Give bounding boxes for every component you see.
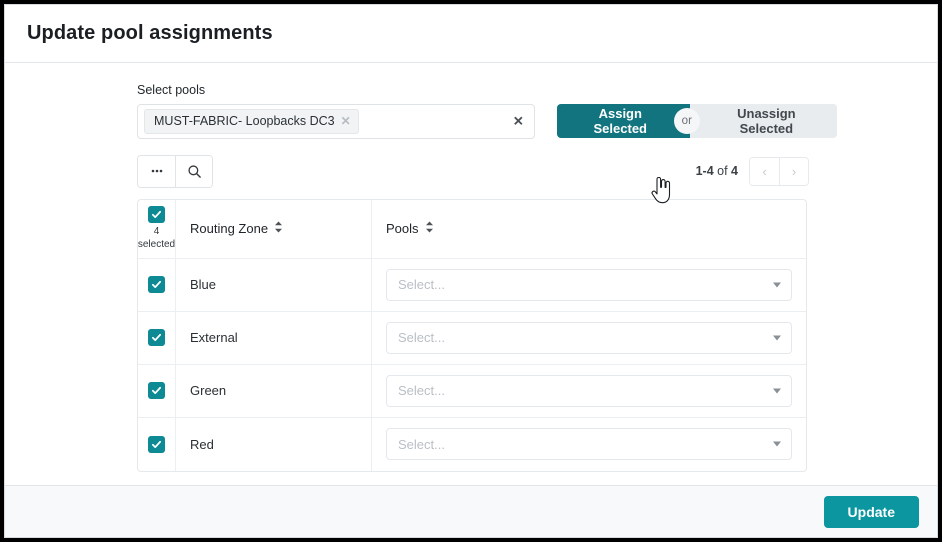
dialog-window: Update pool assignments Select pools MUS…: [4, 4, 938, 538]
dialog-content: Select pools MUST-FABRIC- Loopbacks DC3 …: [137, 83, 837, 472]
page-title: Update pool assignments: [27, 22, 273, 45]
selected-count-number: 4: [138, 226, 175, 239]
pagination: 1-4 of 4 ‹ ›: [696, 157, 809, 186]
routing-zone-name: Green: [190, 383, 226, 398]
dialog-header: Update pool assignments: [5, 5, 937, 63]
pools-cell: Select...: [372, 365, 806, 417]
table-row: Blue Select...: [138, 259, 806, 312]
row-select-cell: [138, 365, 176, 417]
routing-zone-name: External: [190, 330, 238, 345]
chevron-right-icon[interactable]: ›: [779, 158, 808, 185]
table-row: Red Select...: [138, 418, 806, 471]
sort-updown-icon[interactable]: [425, 221, 434, 236]
update-button[interactable]: Update: [824, 496, 919, 528]
table-actions-group: [137, 155, 213, 188]
pagination-total: 4: [731, 164, 738, 178]
table-row: External Select...: [138, 312, 806, 365]
toggle-or-separator: or: [674, 108, 700, 134]
pools-select-placeholder: Select...: [398, 437, 445, 452]
pool-chip-label: MUST-FABRIC- Loopbacks DC3: [154, 113, 335, 130]
routing-zone-name: Red: [190, 437, 214, 452]
column-header-routing-zone-label: Routing Zone: [190, 221, 268, 236]
row-checkbox[interactable]: [148, 382, 165, 399]
column-header-routing-zone[interactable]: Routing Zone: [176, 200, 372, 258]
sort-updown-icon[interactable]: [274, 221, 283, 236]
pagination-summary: 1-4 of 4: [696, 164, 738, 178]
pools-cell: Select...: [372, 312, 806, 364]
routing-zone-table: 4 selected Routing Zone: [137, 199, 807, 472]
row-checkbox[interactable]: [148, 329, 165, 346]
routing-zone-cell: External: [176, 312, 372, 364]
routing-zone-cell: Green: [176, 365, 372, 417]
pools-cell: Select...: [372, 418, 806, 471]
select-all-cell: 4 selected: [138, 200, 176, 258]
row-select-cell: [138, 418, 176, 471]
chevron-down-icon[interactable]: [773, 282, 781, 287]
clear-all-close-x-icon[interactable]: ✕: [513, 115, 524, 128]
column-header-pools[interactable]: Pools: [372, 200, 806, 258]
pools-select[interactable]: Select...: [386, 322, 792, 354]
selected-count-word: selected: [138, 239, 175, 252]
row-select-cell: [138, 312, 176, 364]
select-pools-row: MUST-FABRIC- Loopbacks DC3 ✕ ✕ Assign Se…: [137, 104, 837, 139]
select-all-checkbox[interactable]: [148, 206, 165, 223]
chevron-down-icon[interactable]: [773, 388, 781, 393]
chevron-down-icon[interactable]: [773, 335, 781, 340]
row-checkbox[interactable]: [148, 276, 165, 293]
table-row: Green Select...: [138, 365, 806, 418]
pagination-of: of: [714, 164, 731, 178]
selected-count: 4 selected: [138, 226, 175, 251]
pools-select[interactable]: Select...: [386, 428, 792, 460]
pools-cell: Select...: [372, 259, 806, 311]
row-select-cell: [138, 259, 176, 311]
routing-zone-cell: Blue: [176, 259, 372, 311]
table-toolbar: 1-4 of 4 ‹ ›: [137, 155, 809, 188]
select-pools-label: Select pools: [137, 83, 837, 98]
pools-select-placeholder: Select...: [398, 277, 445, 292]
chevron-down-icon[interactable]: [773, 442, 781, 447]
assign-mode-toggle: Assign Selected or Unassign Selected: [557, 104, 837, 138]
select-pools-input[interactable]: MUST-FABRIC- Loopbacks DC3 ✕ ✕: [137, 104, 535, 139]
ellipsis-icon[interactable]: [138, 156, 175, 187]
dialog-body: Select pools MUST-FABRIC- Loopbacks DC3 …: [5, 63, 937, 486]
table-header-row: 4 selected Routing Zone: [138, 200, 806, 259]
pool-chip[interactable]: MUST-FABRIC- Loopbacks DC3 ✕: [144, 109, 359, 134]
routing-zone-name: Blue: [190, 277, 216, 292]
dialog-footer: Update: [5, 485, 937, 537]
unassign-selected-button[interactable]: Unassign Selected: [690, 104, 837, 138]
search-icon[interactable]: [175, 156, 212, 187]
chevron-left-icon[interactable]: ‹: [750, 158, 779, 185]
column-header-pools-label: Pools: [386, 221, 419, 236]
close-x-icon[interactable]: ✕: [341, 115, 351, 127]
pools-select[interactable]: Select...: [386, 269, 792, 301]
pagination-range: 1-4: [696, 164, 714, 178]
row-checkbox[interactable]: [148, 436, 165, 453]
pools-select[interactable]: Select...: [386, 375, 792, 407]
pools-select-placeholder: Select...: [398, 330, 445, 345]
routing-zone-cell: Red: [176, 418, 372, 471]
pagination-buttons: ‹ ›: [749, 157, 809, 186]
assign-selected-button[interactable]: Assign Selected: [557, 104, 690, 138]
pools-select-placeholder: Select...: [398, 383, 445, 398]
